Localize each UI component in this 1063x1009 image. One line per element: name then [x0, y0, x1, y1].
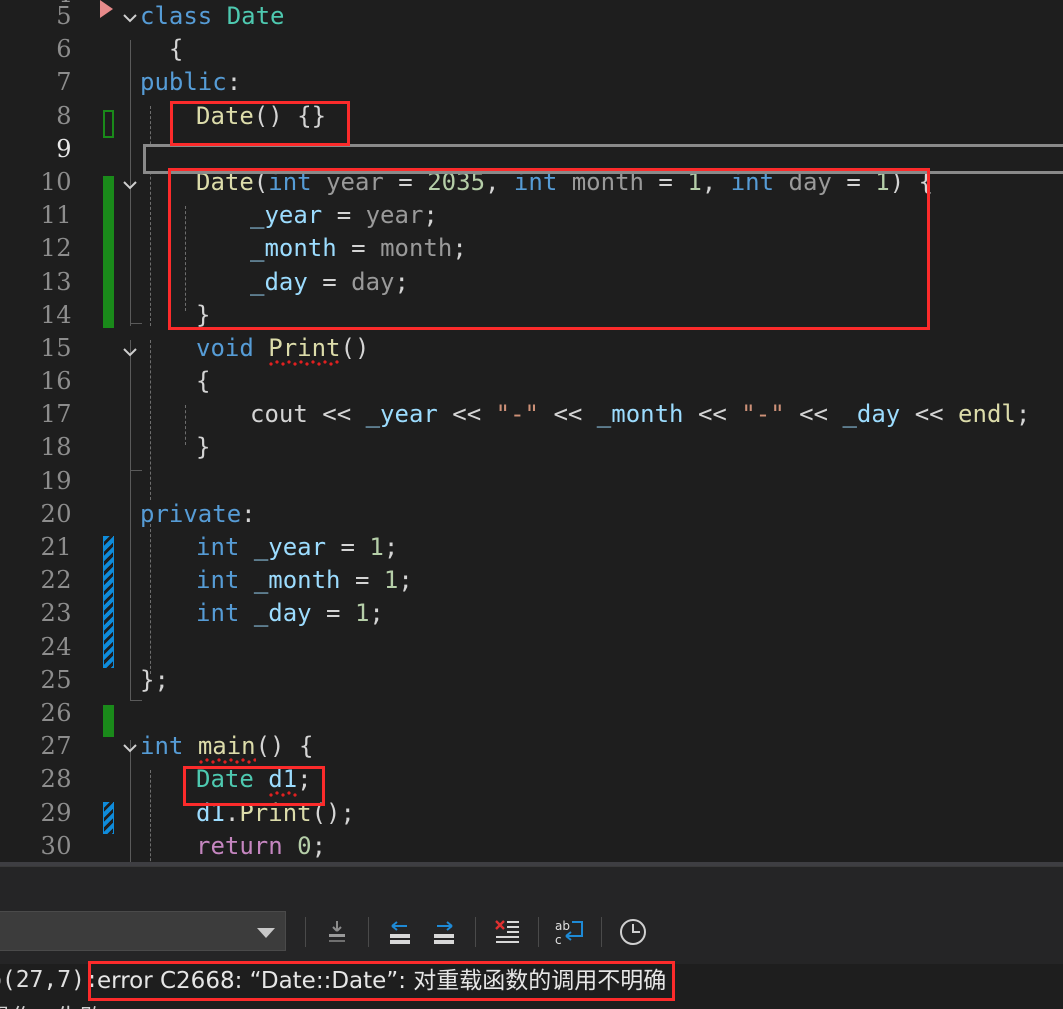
- token-keyword: int: [140, 732, 184, 761]
- token-param: day: [351, 267, 395, 296]
- show-timestamps-clock-icon[interactable]: [611, 912, 655, 952]
- code-line[interactable]: int main() {: [0, 730, 1063, 763]
- code-line[interactable]: [0, 465, 1063, 498]
- code-text-layer[interactable]: class Date { public: Date() {} Date(int …: [0, 0, 1063, 863]
- token-function: main: [197, 732, 256, 767]
- token-function: Print: [239, 798, 312, 827]
- code-line[interactable]: };: [0, 664, 1063, 697]
- code-editor[interactable]: 4 5 6 7 8 9 10 11 12: [0, 0, 1063, 866]
- token-object: d1: [196, 798, 225, 827]
- token-variable: d1: [268, 765, 298, 800]
- code-line[interactable]: Date() {}: [0, 100, 1063, 133]
- token-keyword: private: [140, 499, 242, 528]
- toolbar-divider: [368, 917, 369, 947]
- token-keyword: class: [140, 2, 213, 30]
- go-to-next-icon[interactable]: [422, 912, 466, 952]
- svg-text:c: c: [555, 933, 562, 947]
- toolbar-divider: [538, 917, 539, 947]
- token-type: Date: [196, 765, 254, 794]
- toggle-word-wrap-icon[interactable]: ab c: [548, 912, 592, 952]
- code-line[interactable]: [0, 697, 1063, 730]
- code-line[interactable]: public:: [0, 66, 1063, 99]
- token-number: 1: [383, 566, 399, 595]
- toolbar-divider: [601, 917, 602, 947]
- vs-editor-screenshot: 4 5 6 7 8 9 10 11 12: [0, 0, 1063, 1009]
- error-message-text: error C2668: “Date::Date”: 对重载函数的调用不明确: [97, 968, 667, 994]
- code-line[interactable]: class Date: [0, 0, 1063, 33]
- token-punct: :: [241, 499, 256, 528]
- token-keyword: int: [196, 533, 240, 561]
- code-line[interactable]: cout << _year << "-" << _month << "-" <<…: [0, 398, 1063, 431]
- token-member: _day: [250, 267, 308, 296]
- output-text-area[interactable]: p(27,7): error C2668: “Date::Date”: 对重载函…: [0, 961, 1063, 1009]
- token-type: Date: [226, 2, 285, 30]
- error-location-prefix: p(27,7):: [0, 967, 99, 993]
- token-punct: :: [226, 68, 242, 97]
- panel-divider: [0, 866, 1063, 867]
- code-line[interactable]: {: [0, 33, 1063, 66]
- code-line[interactable]: _month = month;: [0, 232, 1063, 265]
- svg-text:ab: ab: [555, 919, 570, 933]
- toolbar-divider: [305, 917, 306, 947]
- token-string: "-": [495, 400, 539, 429]
- code-line[interactable]: int _day = 1;: [0, 597, 1063, 630]
- token-control: return: [196, 831, 283, 860]
- code-line[interactable]: private:: [0, 498, 1063, 531]
- token-member: _month: [596, 400, 684, 429]
- code-line[interactable]: Date d1;: [0, 763, 1063, 796]
- token-keyword: public: [140, 68, 227, 97]
- output-summary-line: 操作 - 失败: [0, 998, 103, 1009]
- code-line[interactable]: d1.Print();: [0, 797, 1063, 830]
- annotation-box-error-message: error C2668: “Date::Date”: 对重载函数的调用不明确: [88, 961, 676, 1001]
- token-number: 1: [354, 599, 370, 628]
- token-member: _month: [250, 234, 337, 263]
- token-member: _year: [250, 201, 323, 230]
- token-member: _year: [365, 400, 438, 429]
- token-member: _year: [253, 533, 327, 561]
- code-line[interactable]: {: [0, 365, 1063, 398]
- go-to-previous-icon[interactable]: [378, 912, 422, 952]
- token-function: Date: [196, 101, 254, 130]
- output-panel: ab c p(27,7): error C2668: “Date::Date”:…: [0, 866, 1063, 1009]
- code-line[interactable]: int _month = 1;: [0, 564, 1063, 597]
- token-member: _day: [842, 400, 901, 429]
- code-line[interactable]: int _year = 1;: [0, 531, 1063, 564]
- token-number: 0: [297, 831, 312, 860]
- output-toolbar[interactable]: ab c: [296, 911, 655, 953]
- toolbar-divider: [475, 917, 476, 947]
- clear-pane-icon[interactable]: [315, 912, 359, 952]
- code-line[interactable]: return 0;: [0, 830, 1063, 863]
- code-line[interactable]: void Print(): [0, 332, 1063, 365]
- token-number: 1: [369, 533, 384, 561]
- token-member: _day: [253, 599, 312, 628]
- token-param: year: [365, 201, 424, 230]
- output-source-dropdown[interactable]: [0, 911, 286, 951]
- clear-all-icon[interactable]: [485, 912, 529, 952]
- code-line[interactable]: _day = day;: [0, 266, 1063, 299]
- code-line[interactable]: _year = year;: [0, 199, 1063, 232]
- output-error-line[interactable]: p(27,7): error C2668: “Date::Date”: 对重载函…: [0, 961, 676, 1001]
- token-string: "-": [741, 400, 785, 429]
- token-member: _month: [253, 566, 341, 595]
- token-param: month: [380, 234, 453, 263]
- token-keyword: int: [196, 566, 240, 595]
- token-endl: endl: [958, 400, 1016, 429]
- token-function: Print: [268, 333, 341, 369]
- token-braces: {}: [297, 101, 327, 130]
- token-stream: cout: [250, 400, 308, 429]
- token-parens: (): [253, 101, 283, 130]
- code-line[interactable]: }: [0, 431, 1063, 464]
- chevron-down-icon[interactable]: [257, 928, 275, 938]
- quick-action-suggestion-box[interactable]: [143, 144, 1063, 174]
- code-line[interactable]: }: [0, 299, 1063, 332]
- token-keyword: int: [196, 599, 240, 628]
- token-keyword: void: [196, 333, 254, 362]
- code-line[interactable]: [0, 631, 1063, 664]
